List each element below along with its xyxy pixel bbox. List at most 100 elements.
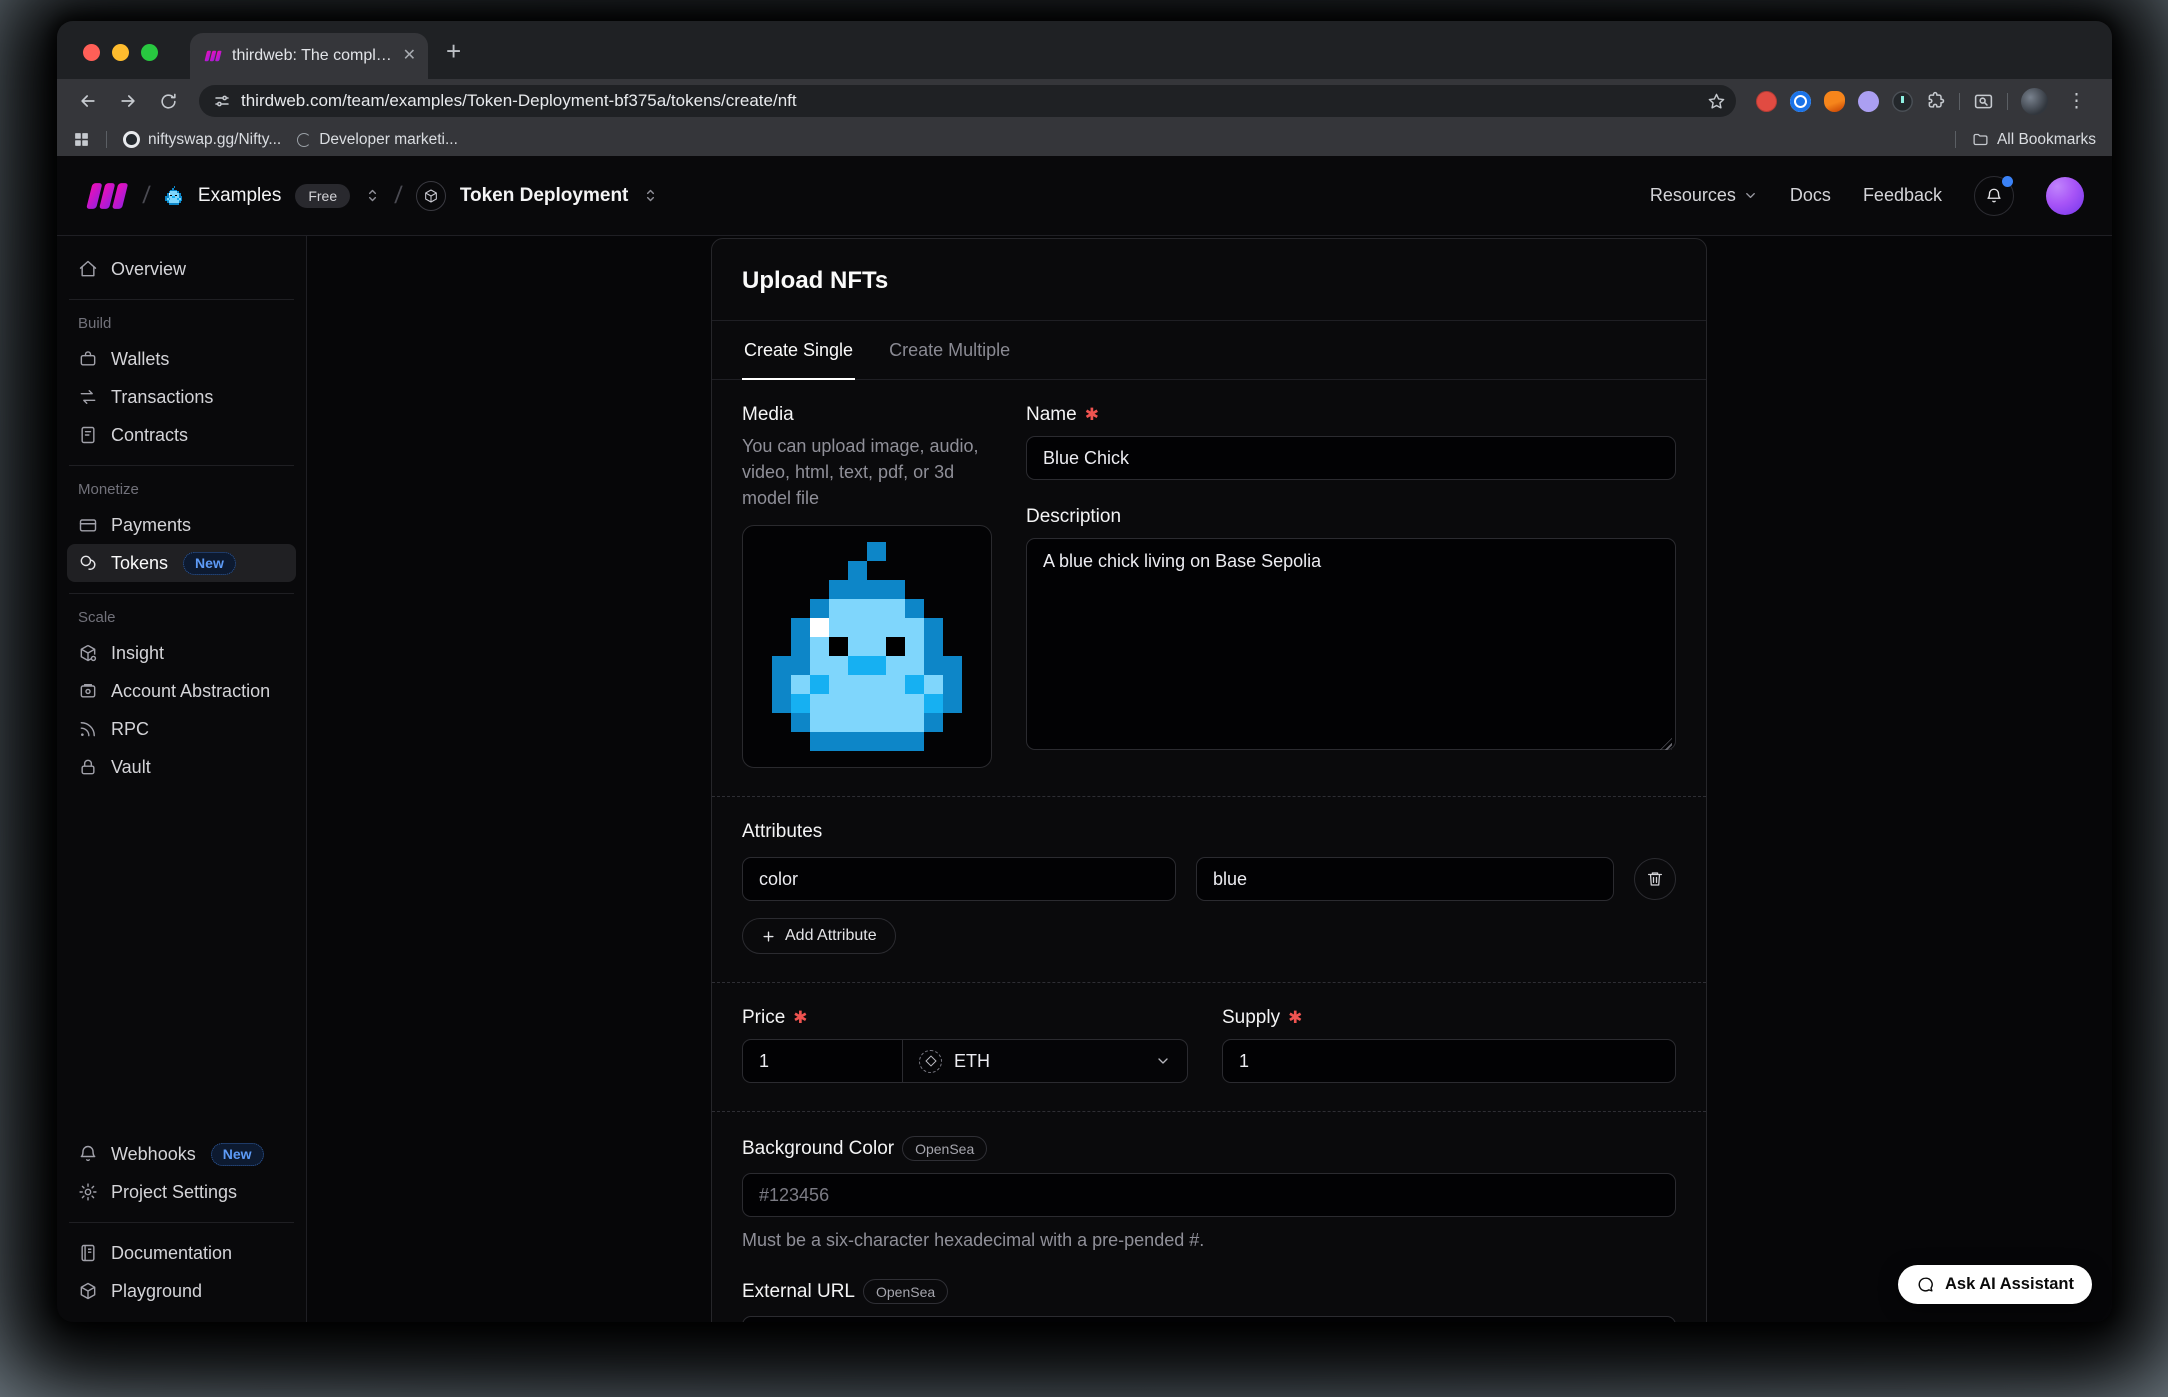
metamask-extension-icon[interactable] — [1824, 91, 1845, 112]
team-switcher-icon[interactable] — [364, 187, 381, 204]
supply-label: Supply✱ — [1222, 1007, 1676, 1029]
tab-create-multiple[interactable]: Create Multiple — [887, 321, 1012, 380]
notifications-button[interactable] — [1974, 176, 2014, 216]
sidebar-item-payments[interactable]: Payments — [67, 506, 296, 544]
minimize-window-button[interactable] — [112, 44, 129, 61]
phantom-extension-icon[interactable] — [1858, 91, 1879, 112]
new-tab-button[interactable]: + — [446, 36, 461, 67]
required-asterisk: ✱ — [1085, 405, 1099, 425]
tab-search-icon[interactable] — [1973, 91, 1994, 112]
back-icon[interactable] — [71, 84, 105, 118]
team-name[interactable]: Examples — [198, 185, 281, 207]
zoom-window-button[interactable] — [141, 44, 158, 61]
price-label: Price✱ — [742, 1007, 1188, 1029]
description-textarea[interactable]: A blue chick living on Base Sepolia — [1026, 538, 1676, 750]
wallet-icon — [78, 349, 98, 369]
all-bookmarks-button[interactable]: All Bookmarks — [1972, 131, 2096, 149]
extension-icon-dark[interactable] — [1892, 91, 1913, 112]
sidebar-item-wallets[interactable]: Wallets — [67, 340, 296, 378]
sidebar-item-playground[interactable]: Playground — [67, 1272, 296, 1310]
sidebar-item-rpc[interactable]: RPC — [67, 710, 296, 748]
currency-select[interactable]: ETH — [902, 1039, 1188, 1083]
ethereum-icon — [919, 1050, 942, 1073]
window-controls — [83, 44, 158, 61]
sidebar-item-project-settings[interactable]: Project Settings — [67, 1173, 296, 1211]
sidebar-item-account-abstraction[interactable]: Account Abstraction — [67, 672, 296, 710]
sidebar: Overview Build Wallets Transactions Cont… — [57, 236, 307, 1322]
extension-icon-blue[interactable] — [1790, 91, 1811, 112]
background-color-label: Background Color OpenSea — [742, 1136, 1676, 1161]
address-bar[interactable]: thirdweb.com/team/examples/Token-Deploym… — [199, 85, 1736, 117]
bookmark-label: niftyswap.gg/Nifty... — [148, 131, 281, 149]
extension-icon-red[interactable] — [1756, 91, 1777, 112]
sidebar-item-insight[interactable]: Insight — [67, 634, 296, 672]
github-icon — [123, 131, 140, 148]
feedback-link[interactable]: Feedback — [1863, 185, 1942, 206]
background-color-input[interactable] — [742, 1173, 1676, 1217]
sidebar-item-label: Playground — [111, 1281, 202, 1302]
sidebar-item-contracts[interactable]: Contracts — [67, 416, 296, 454]
attribute-key-input[interactable] — [742, 857, 1176, 901]
sidebar-item-vault[interactable]: Vault — [67, 748, 296, 786]
required-asterisk: ✱ — [1288, 1008, 1302, 1028]
apps-grid-icon[interactable] — [73, 131, 90, 148]
add-attribute-button[interactable]: Add Attribute — [742, 918, 896, 954]
chevron-down-icon — [1743, 188, 1758, 203]
media-upload-preview[interactable] — [742, 525, 992, 768]
sidebar-item-webhooks[interactable]: Webhooks New — [67, 1135, 296, 1173]
lock-icon — [78, 757, 98, 777]
resources-menu[interactable]: Resources — [1650, 185, 1758, 206]
bell-icon — [1985, 187, 2003, 205]
docs-link[interactable]: Docs — [1790, 185, 1831, 206]
project-name[interactable]: Token Deployment — [460, 185, 629, 207]
supply-input[interactable] — [1222, 1039, 1676, 1083]
sidebar-item-tokens[interactable]: Tokens New — [67, 544, 296, 582]
close-window-button[interactable] — [83, 44, 100, 61]
thirdweb-logo[interactable] — [85, 183, 129, 209]
home-icon — [78, 259, 98, 279]
forward-icon[interactable] — [111, 84, 145, 118]
attribute-value-input[interactable] — [1196, 857, 1614, 901]
sidebar-item-transactions[interactable]: Transactions — [67, 378, 296, 416]
all-bookmarks-label: All Bookmarks — [1997, 131, 2096, 149]
media-helper: You can upload image, audio, video, html… — [742, 433, 1002, 511]
tab-create-single[interactable]: Create Single — [742, 321, 855, 380]
breadcrumb-separator: / — [394, 182, 404, 210]
project-cube-icon — [416, 181, 446, 211]
sidebar-divider — [69, 465, 294, 466]
sidebar-item-documentation[interactable]: Documentation — [67, 1234, 296, 1272]
page-title: Upload NFTs — [742, 267, 1676, 295]
cube-icon — [78, 1281, 98, 1301]
sidebar-item-label: Vault — [111, 757, 151, 778]
name-input[interactable] — [1026, 436, 1676, 480]
site-settings-icon[interactable] — [213, 92, 231, 110]
sidebar-divider — [69, 1222, 294, 1223]
sidebar-item-label: Overview — [111, 259, 186, 280]
upload-nfts-card: Upload NFTs Create Single Create Multipl… — [711, 238, 1707, 1322]
extensions-puzzle-icon[interactable] — [1926, 91, 1946, 111]
delete-attribute-button[interactable] — [1634, 858, 1676, 900]
project-switcher-icon[interactable] — [642, 187, 659, 204]
ask-ai-assistant-button[interactable]: Ask AI Assistant — [1898, 1265, 2092, 1304]
external-url-label: External URL OpenSea — [742, 1279, 1676, 1304]
price-input[interactable] — [742, 1039, 902, 1083]
browser-profile-avatar[interactable] — [2021, 88, 2048, 115]
external-url-input[interactable] — [742, 1316, 1676, 1322]
page-content: / Examples Free / Token Deployment Reso — [57, 156, 2112, 1322]
tab-close-icon[interactable]: ✕ — [403, 48, 416, 64]
reload-icon[interactable] — [151, 84, 185, 118]
book-icon — [78, 1243, 98, 1263]
bookmark-label: Developer marketi... — [319, 131, 458, 149]
arrows-swap-icon — [78, 387, 98, 407]
account-avatar[interactable] — [2046, 177, 2084, 215]
bookmark-star-icon[interactable] — [1702, 87, 1730, 115]
browser-menu-icon[interactable]: ⋮ — [2061, 90, 2092, 113]
bookmark-developer-marketing[interactable]: Developer marketi... — [297, 131, 458, 149]
sidebar-item-label: Tokens — [111, 553, 168, 574]
dashboard-top-nav: / Examples Free / Token Deployment Reso — [57, 156, 2112, 236]
url-text[interactable]: thirdweb.com/team/examples/Token-Deploym… — [241, 91, 1692, 111]
insight-cube-icon — [78, 643, 98, 663]
bookmark-niftyswap[interactable]: niftyswap.gg/Nifty... — [123, 131, 281, 149]
browser-tab[interactable]: thirdweb: The complete web3 ✕ — [190, 33, 428, 79]
sidebar-item-overview[interactable]: Overview — [67, 250, 296, 288]
